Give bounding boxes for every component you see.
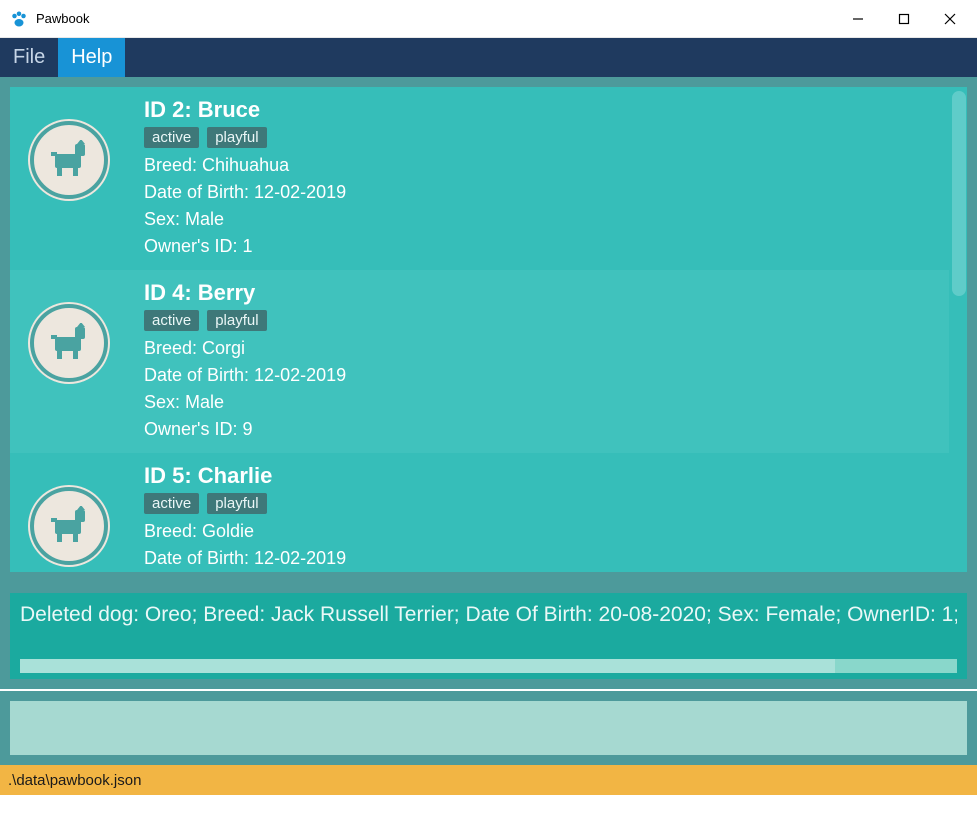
menubar: File Help bbox=[0, 38, 977, 77]
status-scrollbar-thumb[interactable] bbox=[20, 659, 835, 673]
footer-bar: .\data\pawbook.json bbox=[0, 765, 977, 795]
dog-avatar bbox=[28, 485, 110, 567]
dog-owner-id: Owner's ID: 1 bbox=[144, 233, 957, 260]
tag-row: active playful bbox=[144, 310, 957, 331]
status-panel: Deleted dog: Oreo; Breed: Jack Russell T… bbox=[10, 593, 967, 679]
footer-path: .\data\pawbook.json bbox=[8, 772, 141, 789]
menu-file[interactable]: File bbox=[0, 38, 58, 77]
tag: active bbox=[144, 127, 199, 148]
scrollbar-vertical[interactable] bbox=[949, 87, 967, 572]
status-panel-wrap: Deleted dog: Oreo; Breed: Jack Russell T… bbox=[0, 582, 977, 689]
dog-icon bbox=[45, 506, 93, 546]
status-scrollbar-horizontal[interactable] bbox=[20, 659, 957, 673]
dog-sex: Sex: Male bbox=[144, 206, 957, 233]
tag-row: active playful bbox=[144, 493, 957, 514]
menu-help[interactable]: Help bbox=[58, 38, 125, 77]
dog-title: ID 4: Berry bbox=[144, 280, 957, 306]
dog-title: ID 2: Bruce bbox=[144, 97, 957, 123]
dog-title: ID 5: Charlie bbox=[144, 463, 957, 489]
dog-info: ID 4: Berry active playful Breed: CorgiDate… bbox=[144, 280, 957, 443]
maximize-button[interactable] bbox=[881, 3, 927, 35]
tag: active bbox=[144, 310, 199, 331]
dog-avatar bbox=[28, 302, 110, 384]
window-title: Pawbook bbox=[36, 11, 89, 26]
dog-card[interactable]: ID 5: Charlie active playful Breed: GoldieD… bbox=[10, 453, 967, 572]
tag: playful bbox=[207, 127, 266, 148]
minimize-button[interactable] bbox=[835, 3, 881, 35]
dog-list: ID 2: Bruce active playful Breed: Chihuahua… bbox=[10, 87, 967, 572]
dog-breed: Breed: Goldie bbox=[144, 518, 957, 545]
dog-info: ID 2: Bruce active playful Breed: Chihuahua… bbox=[144, 97, 957, 260]
command-panel bbox=[0, 689, 977, 765]
close-button[interactable] bbox=[927, 3, 973, 35]
command-input[interactable] bbox=[10, 701, 967, 755]
dog-info: ID 5: Charlie active playful Breed: GoldieD… bbox=[144, 463, 957, 572]
scrollbar-thumb[interactable] bbox=[952, 91, 966, 296]
dog-breed: Breed: Chihuahua bbox=[144, 152, 957, 179]
dog-breed: Breed: Corgi bbox=[144, 335, 957, 362]
titlebar: Pawbook bbox=[0, 0, 977, 38]
status-message: Deleted dog: Oreo; Breed: Jack Russell T… bbox=[20, 603, 957, 627]
dog-sex: Sex: Male bbox=[144, 389, 957, 416]
dog-card[interactable]: ID 2: Bruce active playful Breed: Chihuahua… bbox=[10, 87, 967, 270]
tag: playful bbox=[207, 310, 266, 331]
main-panel: ID 2: Bruce active playful Breed: Chihuahua… bbox=[0, 77, 977, 582]
dog-card[interactable]: ID 4: Berry active playful Breed: CorgiDate… bbox=[10, 270, 967, 453]
dog-owner-id: Owner's ID: 9 bbox=[144, 416, 957, 443]
tag: active bbox=[144, 493, 199, 514]
dog-icon bbox=[45, 140, 93, 180]
tag: playful bbox=[207, 493, 266, 514]
dog-avatar bbox=[28, 119, 110, 201]
dog-dob: Date of Birth: 12-02-2019 bbox=[144, 545, 957, 572]
paw-icon bbox=[8, 8, 30, 30]
dog-icon bbox=[45, 323, 93, 363]
dog-dob: Date of Birth: 12-02-2019 bbox=[144, 362, 957, 389]
tag-row: active playful bbox=[144, 127, 957, 148]
dog-dob: Date of Birth: 12-02-2019 bbox=[144, 179, 957, 206]
window-controls bbox=[835, 3, 973, 35]
